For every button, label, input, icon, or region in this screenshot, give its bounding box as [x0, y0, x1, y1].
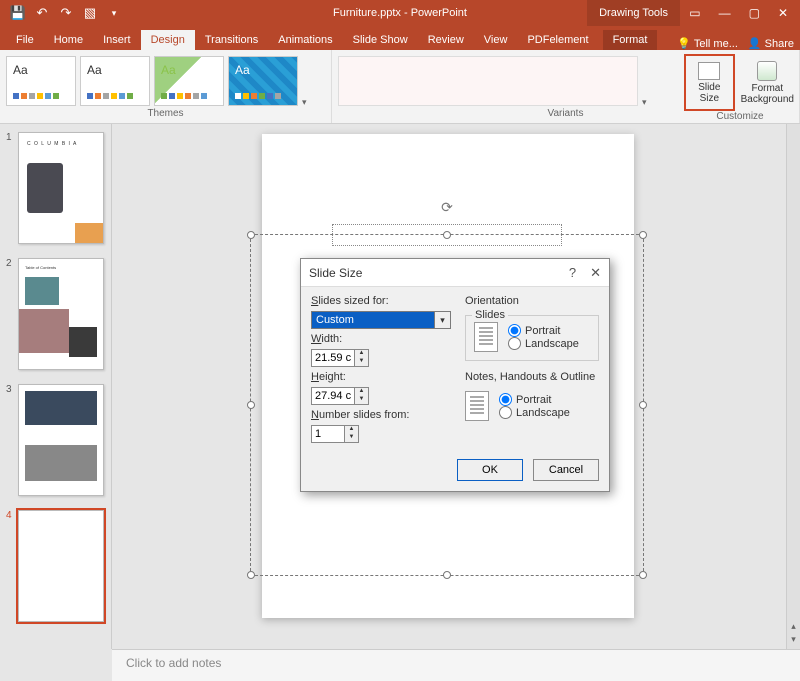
spin-up-icon[interactable]: ▲	[355, 350, 368, 358]
resize-handle-br[interactable]	[639, 571, 647, 579]
slides-landscape-radio[interactable]	[508, 337, 521, 350]
dialog-close-icon[interactable]: ✕	[590, 265, 601, 281]
tab-format[interactable]: Format	[603, 30, 658, 50]
contextual-tool-label: Drawing Tools	[587, 0, 680, 26]
resize-handle-t[interactable]	[443, 231, 451, 239]
ribbon-group-customize: Slide Size Format Background Customize	[680, 50, 800, 124]
quick-access-toolbar: 💾 ↶ ↷ ▧ ▾	[0, 5, 122, 21]
tab-file[interactable]: File	[6, 30, 44, 50]
window-controls: ▭ — ▢ ✕	[689, 6, 800, 20]
title-bar: 💾 ↶ ↷ ▧ ▾ Furniture.pptx - PowerPoint Dr…	[0, 0, 800, 26]
slide-thumbnail-3[interactable]	[18, 384, 104, 496]
notes-placeholder: Click to add notes	[126, 656, 221, 670]
tab-slideshow[interactable]: Slide Show	[343, 30, 418, 50]
notes-group-label: Notes, Handouts & Outline	[465, 371, 599, 383]
theme-thumb-2[interactable]: Aa	[80, 56, 150, 106]
themes-group-label: Themes	[6, 108, 325, 121]
tab-home[interactable]: Home	[44, 30, 93, 50]
variants-gallery[interactable]	[338, 56, 638, 106]
qat-more-icon[interactable]: ▾	[106, 5, 122, 21]
resize-handle-b[interactable]	[443, 571, 451, 579]
tab-pdfelement[interactable]: PDFelement	[517, 30, 598, 50]
spin-down-icon[interactable]: ▼	[355, 358, 368, 366]
tab-insert[interactable]: Insert	[93, 30, 141, 50]
page-portrait-icon	[465, 391, 489, 421]
variants-more-icon[interactable]: ▾	[642, 97, 647, 108]
tab-animations[interactable]: Animations	[268, 30, 342, 50]
spin-up-icon[interactable]: ▲	[355, 388, 368, 396]
start-slideshow-icon[interactable]: ▧	[82, 5, 98, 21]
dialog-help-icon[interactable]: ?	[569, 265, 576, 281]
resize-handle-r[interactable]	[639, 401, 647, 409]
ribbon-group-themes: Aa Aa Aa Aa ▾ Themes	[0, 50, 332, 123]
notes-portrait-radio[interactable]	[499, 393, 512, 406]
undo-icon[interactable]: ↶	[34, 5, 50, 21]
height-label: Height:	[311, 371, 451, 383]
page-portrait-icon	[474, 322, 498, 352]
maximize-icon[interactable]: ▢	[749, 6, 760, 20]
redo-icon[interactable]: ↷	[58, 5, 74, 21]
tab-transitions[interactable]: Transitions	[195, 30, 268, 50]
height-input[interactable]: ▲▼	[311, 387, 371, 405]
vertical-scrollbar[interactable]: ▴ ▾	[786, 124, 800, 649]
number-from-label: Number slides from:	[311, 409, 451, 421]
format-background-button[interactable]: Format Background	[739, 54, 796, 111]
width-label: Width:	[311, 333, 451, 345]
theme-thumb-3[interactable]: Aa	[154, 56, 224, 106]
number-from-input[interactable]: ▲▼	[311, 425, 361, 443]
slides-portrait-radio[interactable]	[508, 324, 521, 337]
slide-size-button[interactable]: Slide Size	[684, 54, 735, 111]
next-slide-icon[interactable]: ▾	[791, 634, 796, 645]
ribbon-tabs: File Home Insert Design Transitions Anim…	[0, 26, 800, 50]
notes-orientation-group: Portrait Landscape	[465, 391, 599, 421]
slide-thumbnail-1[interactable]: C O L U M B I A	[18, 132, 104, 244]
sized-for-label: Slides sized for:	[311, 295, 451, 307]
themes-more-icon[interactable]: ▾	[302, 97, 307, 108]
slide-size-icon	[698, 62, 720, 80]
theme-thumb-4[interactable]: Aa	[228, 56, 298, 106]
close-icon[interactable]: ✕	[778, 6, 788, 20]
resize-handle-tr[interactable]	[639, 231, 647, 239]
tab-design[interactable]: Design	[141, 30, 195, 50]
slide-thumbnails-panel: 1 C O L U M B I A 2 Table of Contents 3 …	[0, 124, 112, 649]
customize-group-label: Customize	[684, 111, 796, 122]
rotate-handle-icon[interactable]: ⟳	[441, 199, 453, 216]
resize-handle-tl[interactable]	[247, 231, 255, 239]
cancel-button[interactable]: Cancel	[533, 459, 599, 481]
chevron-down-icon[interactable]: ▾	[435, 311, 451, 329]
tab-view[interactable]: View	[474, 30, 518, 50]
spin-up-icon[interactable]: ▲	[345, 426, 358, 434]
ribbon: Aa Aa Aa Aa ▾ Themes ▾ Variants Slide Si…	[0, 50, 800, 124]
orientation-label: Orientation	[465, 295, 599, 307]
resize-handle-l[interactable]	[247, 401, 255, 409]
tell-me-search[interactable]: 💡 Tell me...	[677, 37, 738, 50]
ribbon-options-icon[interactable]: ▭	[689, 6, 700, 20]
minimize-icon[interactable]: —	[719, 6, 731, 20]
theme-thumb-1[interactable]: Aa	[6, 56, 76, 106]
format-background-icon	[757, 61, 777, 81]
resize-handle-bl[interactable]	[247, 571, 255, 579]
width-input[interactable]: ▲▼	[311, 349, 371, 367]
slide-size-dialog: Slide Size ? ✕ Slides sized for: Custom …	[300, 258, 610, 492]
notes-landscape-radio[interactable]	[499, 406, 512, 419]
spin-down-icon[interactable]: ▼	[355, 396, 368, 404]
tab-review[interactable]: Review	[418, 30, 474, 50]
window-title: Furniture.pptx - PowerPoint	[333, 7, 467, 19]
dialog-title: Slide Size	[309, 266, 362, 280]
dialog-titlebar: Slide Size ? ✕	[301, 259, 609, 287]
slide-thumbnail-2[interactable]: Table of Contents	[18, 258, 104, 370]
ok-button[interactable]: OK	[457, 459, 523, 481]
prev-slide-icon[interactable]: ▴	[791, 621, 796, 632]
sized-for-select[interactable]: Custom ▾	[311, 311, 451, 329]
notes-pane[interactable]: Click to add notes	[112, 649, 800, 681]
share-button[interactable]: 👤 Share	[748, 37, 794, 50]
slide-thumbnail-4[interactable]	[18, 510, 104, 622]
slides-orientation-group: Slides Portrait Landscape	[465, 315, 599, 361]
save-icon[interactable]: 💾	[10, 5, 26, 21]
spin-down-icon[interactable]: ▼	[345, 434, 358, 442]
